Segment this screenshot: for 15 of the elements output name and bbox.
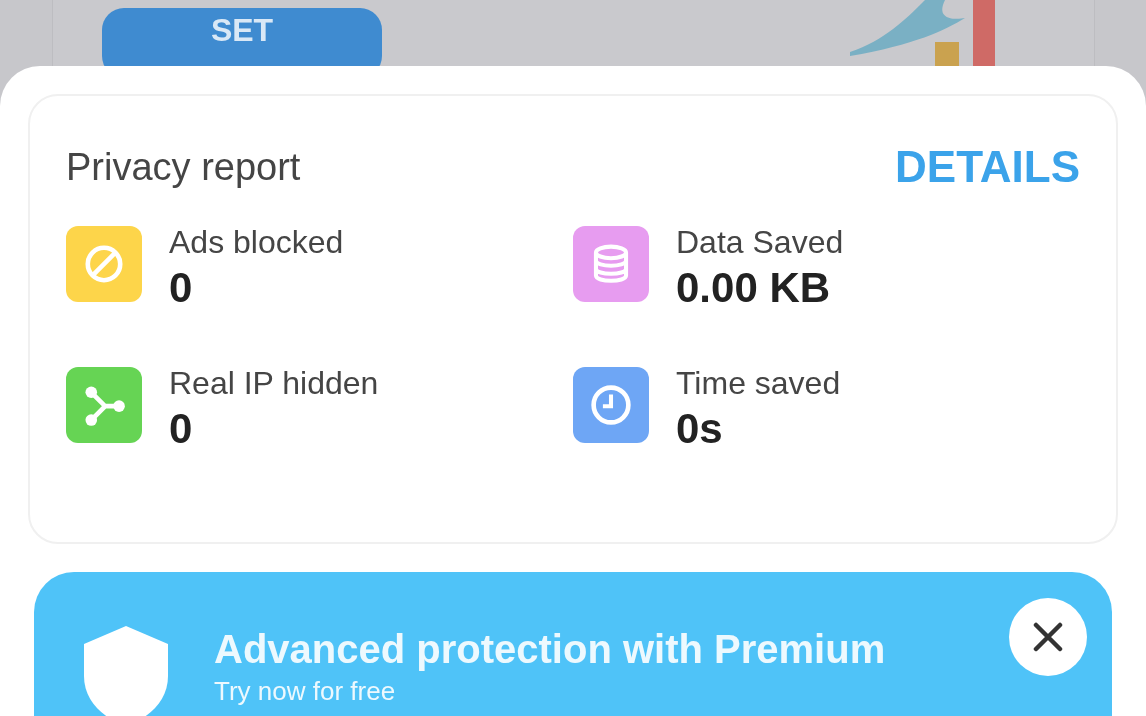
stat-label: Ads blocked <box>169 223 344 262</box>
close-icon <box>1033 622 1063 652</box>
details-link[interactable]: DETAILS <box>895 134 1080 200</box>
stat-label: Data Saved <box>676 223 844 262</box>
stat-label: Real IP hidden <box>169 363 379 403</box>
shield-icon <box>84 626 168 716</box>
stat-value: 0.00 KB <box>676 263 832 313</box>
premium-banner[interactable]: Advanced protection with Premium Try now for free <box>34 572 1112 716</box>
stat-value: 0 <box>169 403 194 454</box>
card-title: Privacy report <box>66 144 301 190</box>
stat-label: Time saved <box>676 363 841 403</box>
stat-value: 0s <box>676 403 724 454</box>
banner-subtitle: Try now for free <box>214 678 397 704</box>
banner-title: Advanced protection with Premium <box>214 626 886 673</box>
stat-value: 0 <box>169 263 194 313</box>
